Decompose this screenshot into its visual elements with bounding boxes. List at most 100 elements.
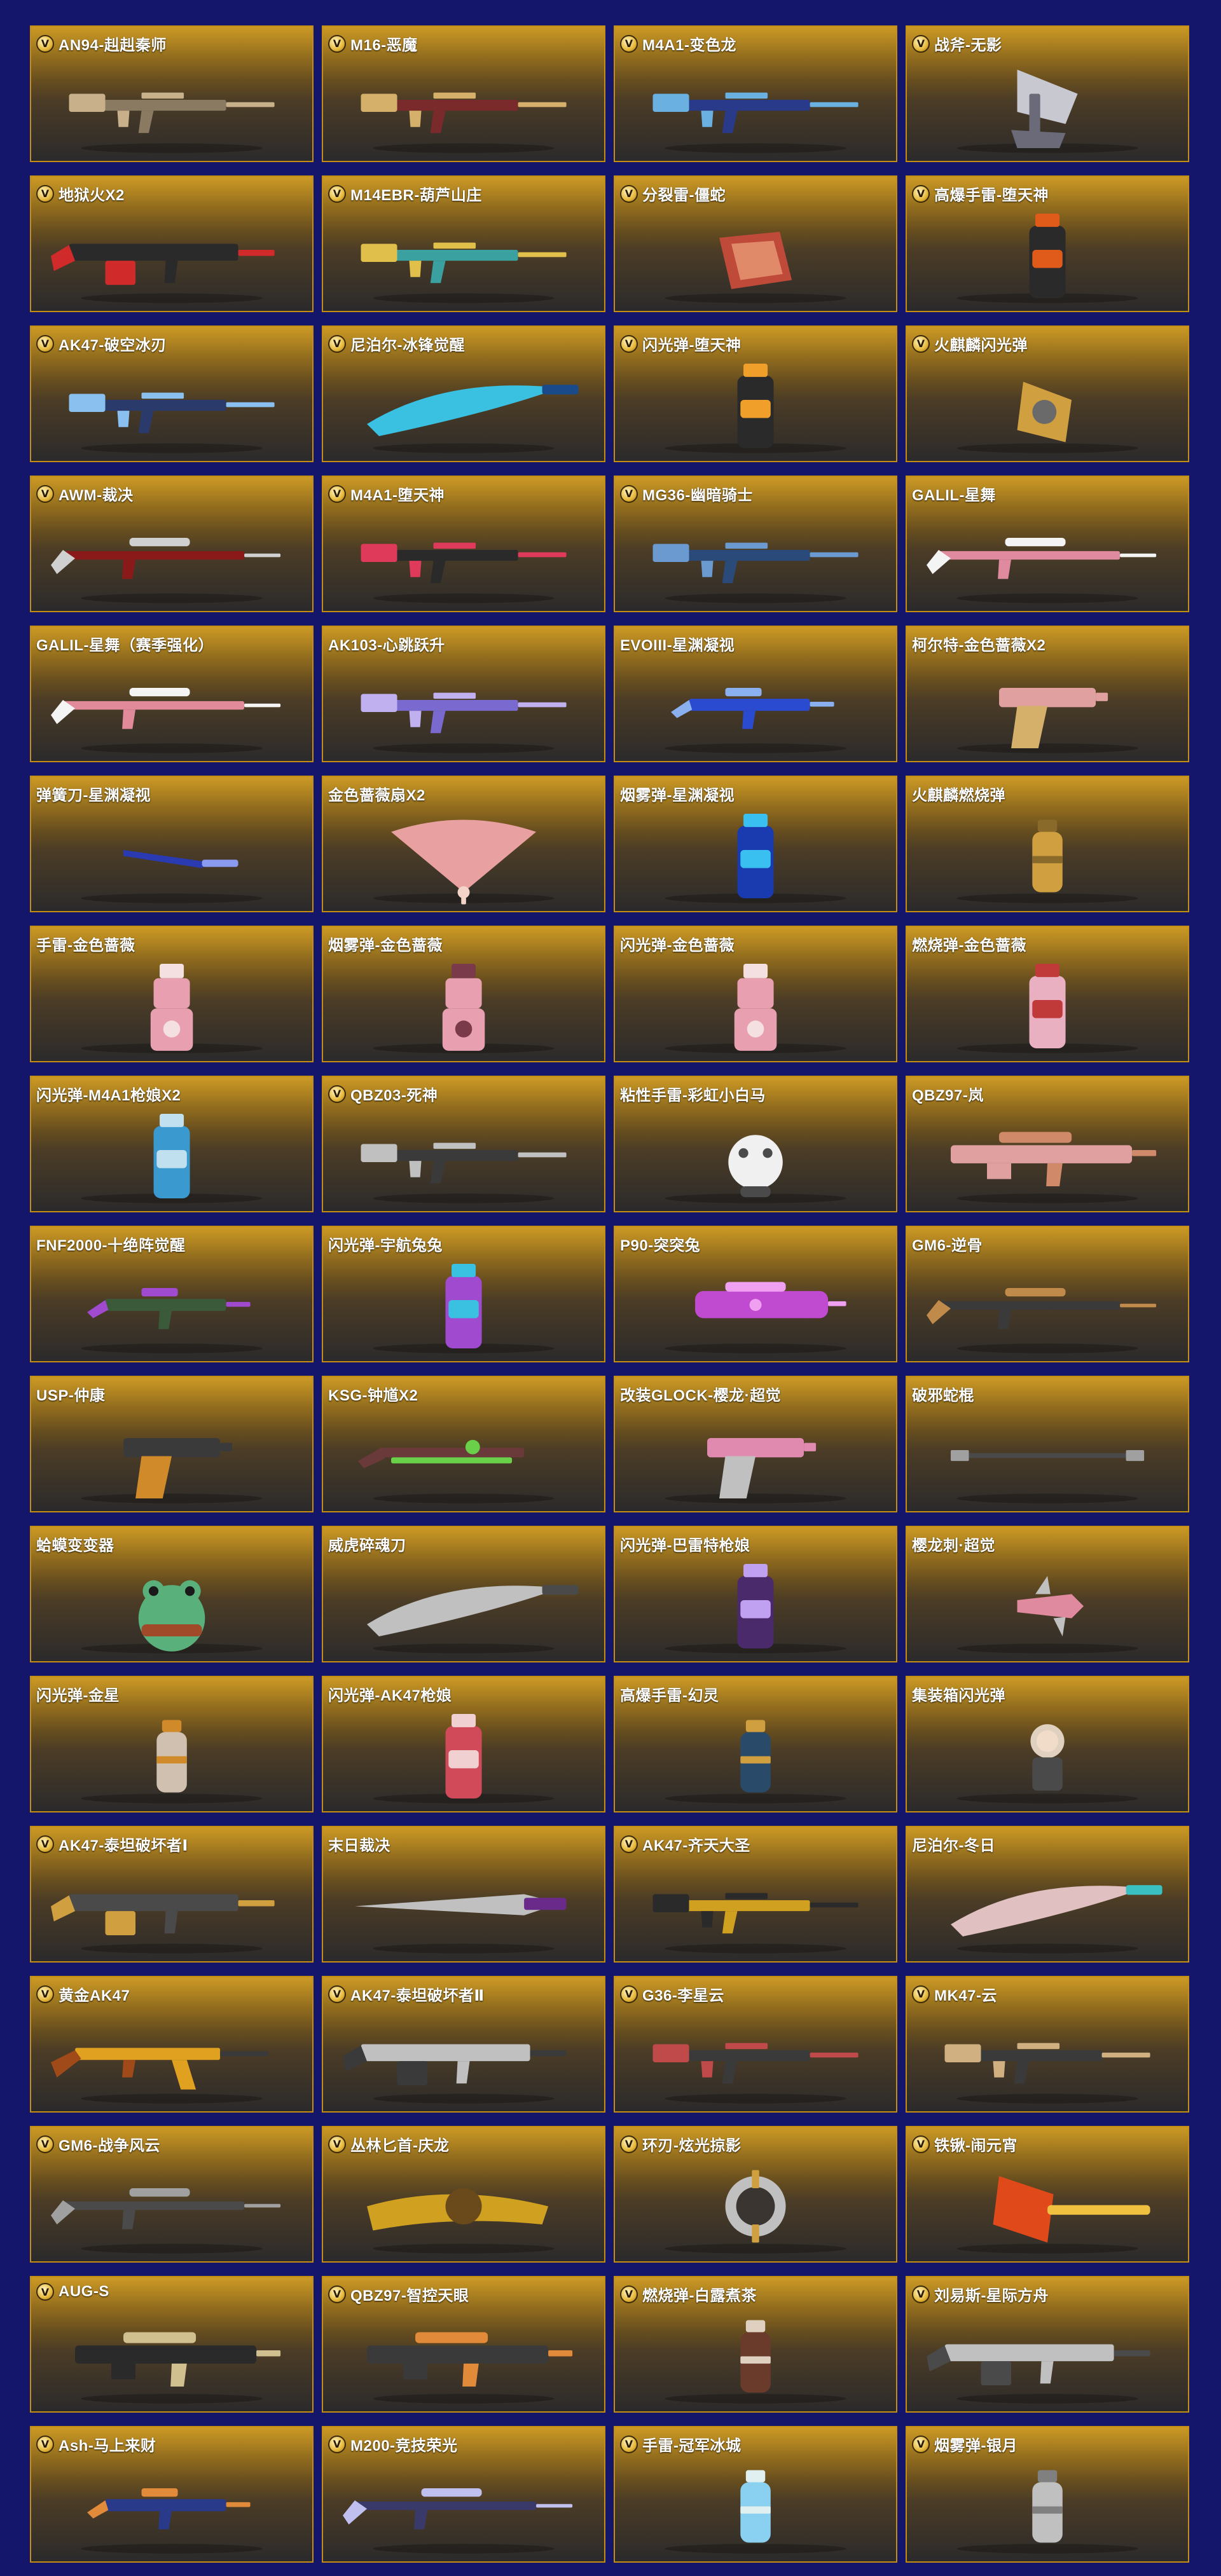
item-card[interactable]: V Ash-马上来财 <box>30 2426 314 2563</box>
item-name: 战斧-无影 <box>934 37 1002 54</box>
tower-grenade-icon <box>31 955 312 1057</box>
item-card[interactable]: KSG-钟馗X2 <box>322 1376 605 1512</box>
item-card[interactable]: V M4A1-堕天神 <box>322 476 605 612</box>
item-card[interactable]: GM6-逆骨 <box>906 1226 1189 1362</box>
item-card[interactable]: V GM6-战争风云 <box>30 2126 314 2263</box>
shotgun-icon <box>323 1405 604 1507</box>
item-card[interactable]: 集装箱闪光弹 <box>906 1676 1189 1812</box>
shovel-icon <box>907 2155 1188 2257</box>
vip-badge-icon: V <box>328 34 346 53</box>
item-grid: V AN94-赳赳秦师 V M16-恶魔 V M4A1-变色龙 V 战斧-无影 … <box>30 25 1189 2563</box>
item-card[interactable]: 烟雾弹-金色蔷薇 <box>322 926 605 1062</box>
canister-icon <box>31 1105 312 1207</box>
item-card[interactable]: V AWM-裁决 <box>30 476 314 612</box>
item-card[interactable]: 烟雾弹-星渊凝视 <box>614 776 897 912</box>
item-card[interactable]: V 火麒麟闪光弹 <box>906 325 1189 462</box>
item-card[interactable]: 闪光弹-AK47枪娘 <box>322 1676 605 1812</box>
item-card[interactable]: 闪光弹-M4A1枪娘X2 <box>30 1076 314 1212</box>
ring-blade-icon <box>665 2170 846 2254</box>
item-card[interactable]: V G36-李星云 <box>614 1976 897 2113</box>
item-title: V AK47-齐天大圣 <box>620 1833 750 1855</box>
item-card[interactable]: 高爆手雷-幻灵 <box>614 1676 897 1812</box>
item-card[interactable]: V 环刃-炫光掠影 <box>614 2126 897 2263</box>
item-name: 闪光弹-AK47枪娘 <box>328 1687 452 1704</box>
item-card[interactable]: 尼泊尔-冬日 <box>906 1826 1189 1963</box>
item-title: 闪光弹-AK47枪娘 <box>328 1683 452 1705</box>
item-card[interactable]: 粘性手雷-彩虹小白马 <box>614 1076 897 1212</box>
item-card[interactable]: V AUG-S <box>30 2276 314 2413</box>
item-name: QBZ03-死神 <box>350 1087 438 1104</box>
tower-grenade-icon <box>373 963 555 1053</box>
item-card[interactable]: V M4A1-变色龙 <box>614 25 897 162</box>
item-name: 黄金AK47 <box>59 1987 130 2004</box>
item-card[interactable]: V MK47-云 <box>906 1976 1189 2113</box>
item-card[interactable]: 金色蔷薇扇X2 <box>322 776 605 912</box>
small-grenade-icon <box>907 2455 1188 2558</box>
item-card[interactable]: V 尼泊尔-冰锋觉醒 <box>322 325 605 462</box>
item-card[interactable]: V QBZ03-死神 <box>322 1076 605 1212</box>
item-card[interactable]: V 战斧-无影 <box>906 25 1189 162</box>
item-card[interactable]: V AK47-齐天大圣 <box>614 1826 897 1963</box>
item-card[interactable]: V 燃烧弹-白露煮茶 <box>614 2276 897 2413</box>
item-name: AK103-心跳跃升 <box>328 637 445 654</box>
item-card[interactable]: V 闪光弹-堕天神 <box>614 325 897 462</box>
item-card[interactable]: V 地狱火X2 <box>30 175 314 312</box>
item-card[interactable]: V 分裂雷-僵蛇 <box>614 175 897 312</box>
small-grenade-icon <box>615 1705 896 1807</box>
item-title: V 地狱火X2 <box>36 182 125 205</box>
item-card[interactable]: V MG36-幽暗骑士 <box>614 476 897 612</box>
item-card[interactable]: GALIL-星舞 <box>906 476 1189 612</box>
item-card[interactable]: 改装GLOCK-樱龙·超觉 <box>614 1376 897 1512</box>
bullpup-icon <box>950 1132 1157 1203</box>
item-title: 手雷-金色蔷薇 <box>36 933 135 955</box>
item-card[interactable]: 蛤蟆变变器 <box>30 1526 314 1662</box>
item-card[interactable]: V QBZ97-智控天眼 <box>322 2276 605 2413</box>
item-card[interactable]: 燃烧弹-金色蔷薇 <box>906 926 1189 1062</box>
item-card[interactable]: V AK47-破空冰刃 <box>30 325 314 462</box>
item-card[interactable]: V M16-恶魔 <box>322 25 605 162</box>
item-card[interactable]: GALIL-星舞（赛季强化） <box>30 626 314 762</box>
item-card[interactable]: P90-突突兔 <box>614 1226 897 1362</box>
item-card[interactable]: V M200-竞技荣光 <box>322 2426 605 2563</box>
item-name: EVOIII-星渊凝视 <box>620 637 735 654</box>
item-card[interactable]: V M14EBR-葫芦山庄 <box>322 175 605 312</box>
item-card[interactable]: USP-仲康 <box>30 1376 314 1512</box>
item-card[interactable]: V 高爆手雷-堕天神 <box>906 175 1189 312</box>
item-title: V MK47-云 <box>912 1983 997 2005</box>
item-card[interactable]: V 手雷-冠军冰城 <box>614 2426 897 2563</box>
item-card[interactable]: 手雷-金色蔷薇 <box>30 926 314 1062</box>
item-card[interactable]: V 刘易斯-星际方舟 <box>906 2276 1189 2413</box>
tower-grenade-icon <box>665 963 846 1053</box>
item-card[interactable]: 威虎碎魂刀 <box>322 1526 605 1662</box>
item-card[interactable]: 闪光弹-宇航兔兔 <box>322 1226 605 1362</box>
creature-icon <box>665 1135 846 1203</box>
machine-gun-icon <box>31 205 312 307</box>
item-card[interactable]: V AK47-泰坦破坏者Ⅰ <box>30 1826 314 1963</box>
rifle-icon <box>31 55 312 157</box>
item-card[interactable]: V 烟雾弹-银月 <box>906 2426 1189 2563</box>
rifle-icon <box>361 92 567 153</box>
item-name: AUG-S <box>59 2283 109 2300</box>
item-card[interactable]: V 丛林匕首-庆龙 <box>322 2126 605 2263</box>
item-card[interactable]: EVOIII-星渊凝视 <box>614 626 897 762</box>
item-card[interactable]: 闪光弹-金色蔷薇 <box>614 926 897 1062</box>
item-name: QBZ97-智控天眼 <box>350 2287 469 2305</box>
item-card[interactable]: V AN94-赳赳秦师 <box>30 25 314 162</box>
item-card[interactable]: 樱龙刺·超觉 <box>906 1526 1189 1662</box>
item-card[interactable]: 闪光弹-金星 <box>30 1676 314 1812</box>
small-grenade-icon <box>665 1720 846 1804</box>
item-card[interactable]: 末日裁决 <box>322 1826 605 1963</box>
item-card[interactable]: QBZ97-岚 <box>906 1076 1189 1212</box>
item-card[interactable]: 火麒麟燃烧弹 <box>906 776 1189 912</box>
item-card[interactable]: 弹簧刀-星渊凝视 <box>30 776 314 912</box>
canister-icon <box>373 1263 555 1353</box>
canister-icon <box>615 1555 896 1657</box>
item-card[interactable]: FNF2000-十绝阵觉醒 <box>30 1226 314 1362</box>
item-card[interactable]: 闪光弹-巴雷特枪娘 <box>614 1526 897 1662</box>
item-card[interactable]: V 铁锹-闹元宵 <box>906 2126 1189 2263</box>
item-card[interactable]: AK103-心跳跃升 <box>322 626 605 762</box>
item-card[interactable]: 柯尔特-金色蔷薇X2 <box>906 626 1189 762</box>
item-card[interactable]: V AK47-泰坦破坏者Ⅱ <box>322 1976 605 2113</box>
item-card[interactable]: V 黄金AK47 <box>30 1976 314 2113</box>
item-card[interactable]: 破邪蛇棍 <box>906 1376 1189 1512</box>
